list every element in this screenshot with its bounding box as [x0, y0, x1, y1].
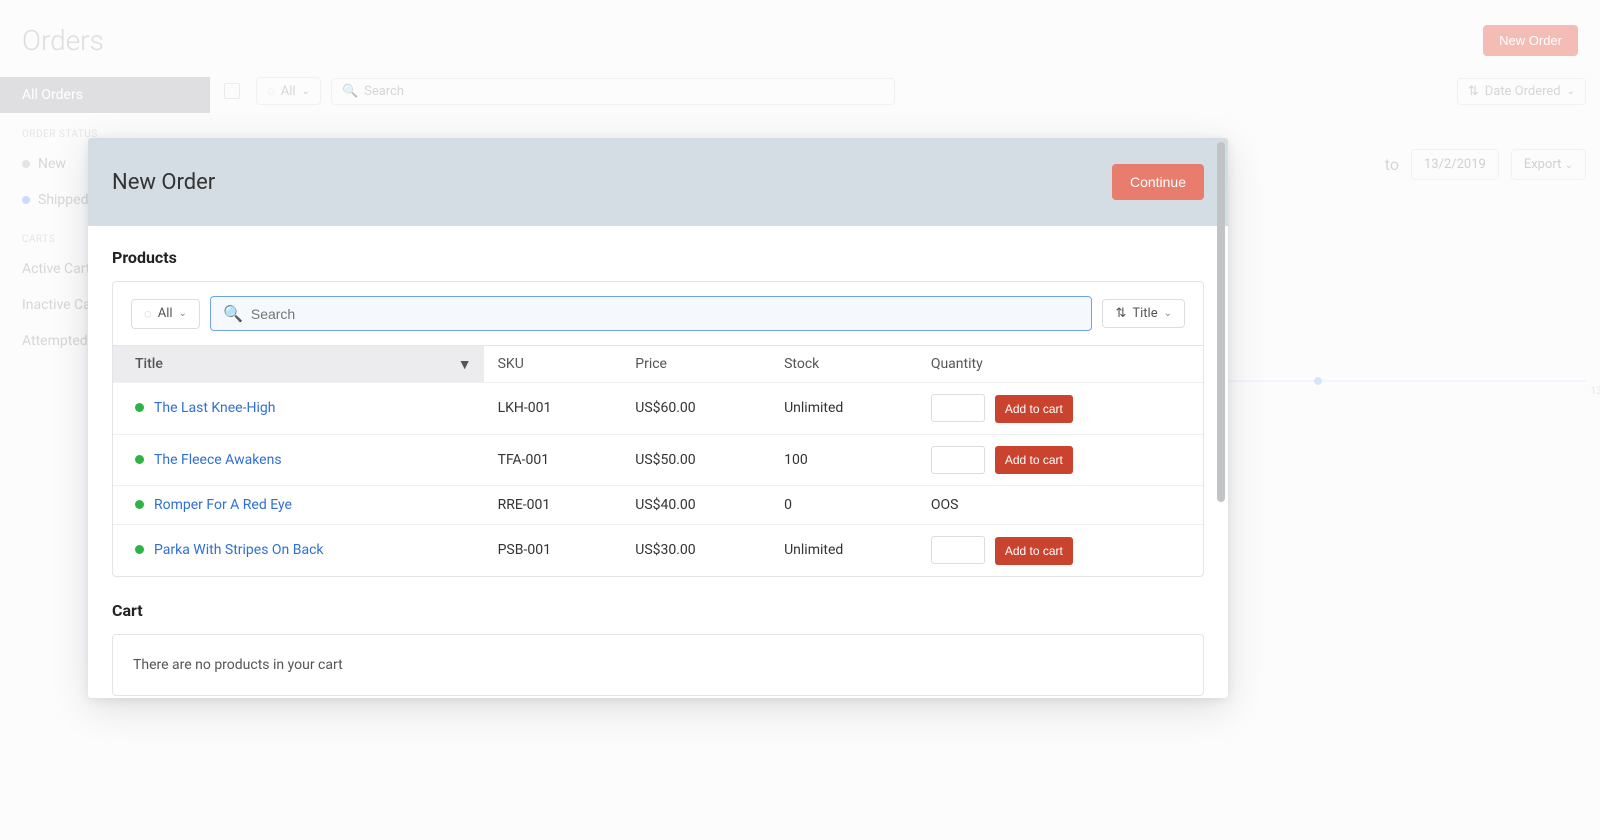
quantity-input[interactable] — [931, 394, 985, 422]
quantity-input[interactable] — [931, 446, 985, 474]
col-price[interactable]: Price — [621, 346, 770, 383]
col-stock[interactable]: Stock — [770, 346, 917, 383]
product-link[interactable]: Romper For A Red Eye — [154, 497, 292, 513]
cell-quantity: OOS — [917, 486, 1203, 525]
status-dot-icon — [135, 500, 144, 509]
scrollbar[interactable] — [1217, 142, 1225, 502]
add-to-cart-button[interactable]: Add to cart — [995, 446, 1073, 474]
sort-pill[interactable]: ⇅ Title ⌄ — [1102, 299, 1185, 328]
status-dot-icon — [135, 403, 144, 412]
sort-icon: ⇅ — [1115, 306, 1126, 321]
table-row: Romper For A Red Eye RRE-001 US$40.00 0 … — [113, 486, 1203, 525]
pill-label: All — [158, 306, 173, 321]
status-dot-icon — [135, 455, 144, 464]
table-row: Parka With Stripes On Back PSB-001 US$30… — [113, 525, 1203, 576]
chevron-down-icon: ⌄ — [179, 308, 187, 319]
spinner-icon: ◌ — [144, 306, 152, 322]
cell-price: US$40.00 — [621, 486, 770, 525]
product-link[interactable]: The Last Knee-High — [154, 400, 275, 416]
continue-button[interactable]: Continue — [1112, 164, 1204, 200]
add-to-cart-button[interactable]: Add to cart — [995, 395, 1073, 423]
cart-heading: Cart — [112, 601, 1204, 620]
product-link[interactable]: Parka With Stripes On Back — [154, 542, 324, 558]
cell-price: US$30.00 — [621, 525, 770, 576]
products-heading: Products — [112, 248, 1204, 267]
cell-sku: RRE-001 — [484, 486, 622, 525]
cell-price: US$50.00 — [621, 434, 770, 486]
cell-stock: 0 — [770, 486, 917, 525]
col-label: Title — [135, 356, 163, 372]
cart-panel: There are no products in your cart — [112, 634, 1204, 696]
table-row: The Last Knee-High LKH-001 US$60.00 Unli… — [113, 383, 1203, 435]
cell-quantity: Add to cart — [917, 525, 1203, 576]
product-search-input[interactable]: 🔍 — [210, 296, 1093, 331]
cell-quantity: Add to cart — [917, 434, 1203, 486]
cell-stock: 100 — [770, 434, 917, 486]
products-table: Title ▼ SKU Price Stock Quantity The Las… — [113, 345, 1203, 576]
col-quantity[interactable]: Quantity — [917, 346, 1203, 383]
modal-title: New Order — [112, 170, 215, 195]
filter-all-pill[interactable]: ◌ All ⌄ — [131, 299, 200, 329]
cell-stock: Unlimited — [770, 525, 917, 576]
chevron-down-icon: ⌄ — [1164, 308, 1172, 319]
table-row: The Fleece Awakens TFA-001 US$50.00 100 … — [113, 434, 1203, 486]
search-icon: 🔍 — [223, 304, 243, 323]
quantity-input[interactable] — [931, 536, 985, 564]
cell-sku: PSB-001 — [484, 525, 622, 576]
product-link[interactable]: The Fleece Awakens — [154, 452, 282, 468]
sort-desc-icon: ▼ — [458, 356, 472, 373]
cell-sku: LKH-001 — [484, 383, 622, 435]
cell-quantity: Add to cart — [917, 383, 1203, 435]
cell-price: US$60.00 — [621, 383, 770, 435]
pill-label: Title — [1132, 306, 1157, 321]
cell-stock: Unlimited — [770, 383, 917, 435]
cart-empty-message: There are no products in your cart — [113, 635, 1203, 695]
products-panel: ◌ All ⌄ 🔍 ⇅ Title ⌄ Ti — [112, 281, 1204, 577]
add-to-cart-button[interactable]: Add to cart — [995, 537, 1073, 565]
cell-sku: TFA-001 — [484, 434, 622, 486]
col-title[interactable]: Title ▼ — [113, 346, 484, 383]
oos-label: OOS — [931, 497, 959, 513]
status-dot-icon — [135, 545, 144, 554]
col-sku[interactable]: SKU — [484, 346, 622, 383]
search-field[interactable] — [251, 306, 1080, 322]
new-order-modal: New Order Continue Products ◌ All ⌄ 🔍 ⇅ … — [88, 138, 1228, 698]
